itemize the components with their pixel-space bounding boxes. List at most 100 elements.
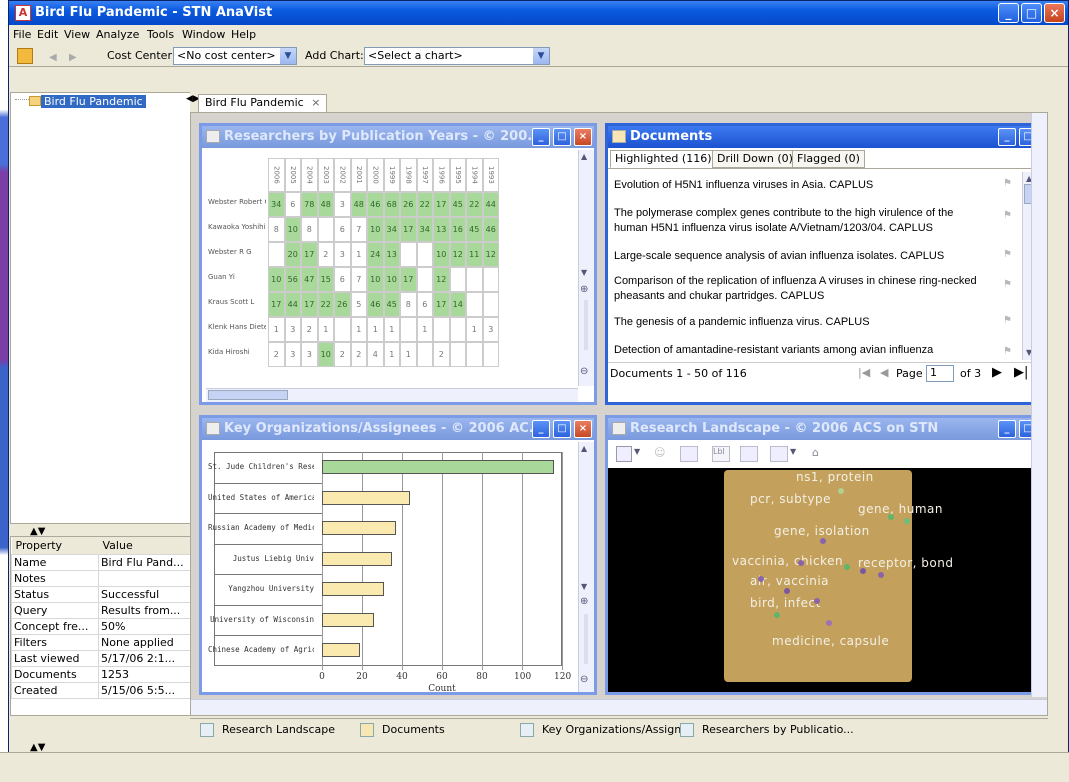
grid-cell[interactable]: 17 [433, 192, 450, 217]
grid-cell[interactable] [416, 242, 433, 267]
grid-cell[interactable]: 34 [416, 217, 433, 242]
grid-cell[interactable]: 3 [284, 342, 301, 367]
grid-cell[interactable]: 8 [400, 292, 417, 317]
minimize-button[interactable]: _ [998, 420, 1016, 438]
cost-center-select[interactable]: <No cost center> ▼ [173, 47, 297, 65]
bar[interactable] [322, 490, 410, 505]
scroll-thumb[interactable] [208, 390, 288, 400]
list-item[interactable]: Detection of amantadine-resistant varian… [614, 343, 982, 359]
minimize-button[interactable]: _ [998, 3, 1019, 23]
grid-cell[interactable] [449, 342, 466, 367]
list-item[interactable]: The genesis of a pandemic influenza viru… [614, 315, 982, 330]
grid-cell[interactable]: 34 [268, 192, 285, 217]
flag-icon[interactable]: ⚑ [1003, 315, 1012, 326]
landscape-point[interactable] [878, 572, 884, 578]
grid-cell[interactable] [449, 317, 466, 342]
minimize-button[interactable]: _ [532, 128, 550, 146]
list-item[interactable]: Large-scale sequence analysis of avian i… [614, 249, 982, 264]
horizontal-scrollbar[interactable] [206, 388, 578, 402]
close-button[interactable]: × [574, 128, 592, 146]
grid-cell[interactable] [268, 242, 285, 267]
tab-drill-down[interactable]: Drill Down (0) [712, 150, 798, 168]
grid-cell[interactable]: 1 [268, 317, 285, 342]
grid-cell[interactable] [400, 242, 417, 267]
grid-cell[interactable]: 26 [400, 192, 417, 217]
flag-icon[interactable]: ⚑ [1003, 346, 1012, 357]
pan-tool-icon[interactable]: ☺ [654, 446, 668, 462]
grid-cell[interactable]: 78 [301, 192, 318, 217]
zoom-slider[interactable] [584, 614, 588, 664]
grid-cell[interactable]: 10 [268, 267, 285, 292]
grid-cell[interactable]: 16 [449, 217, 466, 242]
last-page-icon[interactable]: ▶| [1014, 365, 1028, 380]
grid-cell[interactable]: 17 [400, 217, 417, 242]
grid-cell[interactable]: 12 [482, 242, 499, 267]
zoom-slider[interactable] [584, 300, 588, 350]
flag-icon[interactable]: ⚑ [1003, 249, 1012, 260]
grid-cell[interactable]: 17 [433, 292, 450, 317]
grid-cell[interactable]: 48 [317, 192, 334, 217]
grid-cell[interactable]: 8 [268, 217, 285, 242]
grid-cell[interactable]: 2 [433, 342, 450, 367]
grid-cell[interactable]: 45 [466, 217, 483, 242]
flag-icon[interactable]: ⚑ [1003, 210, 1012, 221]
landscape-point[interactable] [844, 564, 850, 570]
grid-cell[interactable]: 10 [367, 267, 384, 292]
menu-tools[interactable]: Tools [147, 28, 174, 41]
menu-analyze[interactable]: Analyze [96, 28, 139, 41]
open-folder-icon[interactable] [17, 48, 33, 64]
grid-cell[interactable]: 34 [383, 217, 400, 242]
first-page-icon[interactable]: |◀ [858, 366, 870, 379]
landscape-point[interactable] [838, 488, 844, 494]
list-item[interactable]: Comparison of the replication of influen… [614, 274, 982, 304]
maximize-button[interactable]: □ [553, 128, 571, 146]
grid-cell[interactable]: 2 [334, 342, 351, 367]
grid-cell[interactable]: 22 [416, 192, 433, 217]
bar-label[interactable]: Yangzhou University [208, 584, 314, 593]
grid-cell[interactable]: 17 [268, 292, 285, 317]
scroll-up-icon[interactable]: ▲ [581, 152, 587, 161]
grid-cell[interactable]: 5 [350, 292, 367, 317]
scroll-down-icon[interactable]: ▼ [581, 582, 587, 591]
grid-cell[interactable]: 12 [449, 242, 466, 267]
landscape-term[interactable]: gene, isolation [774, 524, 870, 538]
grid-cell[interactable]: 1 [350, 242, 367, 267]
grid-cell[interactable]: 20 [284, 242, 301, 267]
flag-icon[interactable]: ⚑ [1003, 178, 1012, 189]
landscape-term[interactable]: receptor, bond [858, 556, 953, 570]
add-chart-select[interactable]: <Select a chart> ▼ [364, 47, 550, 65]
grid-cell[interactable]: 6 [334, 267, 351, 292]
flag-icon[interactable]: ⚑ [1003, 279, 1012, 290]
grid-cell[interactable]: 1 [416, 317, 433, 342]
landscape-map[interactable]: ns1, protein pcr, subtype gene, human gene,… [608, 468, 1042, 692]
close-icon[interactable]: × [311, 96, 320, 109]
grid-cell[interactable]: 22 [317, 292, 334, 317]
grid-cell[interactable]: 48 [350, 192, 367, 217]
tab-flagged[interactable]: Flagged (0) [792, 150, 865, 168]
menu-window[interactable]: Window [182, 28, 225, 41]
bar[interactable] [322, 460, 554, 474]
grid-cell[interactable] [433, 317, 450, 342]
grid-cell[interactable]: 44 [284, 292, 301, 317]
grid-cell[interactable]: 17 [301, 292, 318, 317]
grid-cell[interactable]: 8 [301, 217, 318, 242]
landscape-term[interactable]: gene, human [858, 502, 943, 516]
maximize-button[interactable]: □ [1021, 3, 1042, 23]
grid-cell[interactable]: 17 [400, 267, 417, 292]
menu-edit[interactable]: Edit [37, 28, 58, 41]
scroll-up-icon[interactable]: ▲ [581, 444, 587, 453]
minimized-tab-documents[interactable]: Documents [382, 723, 445, 736]
researcher-name[interactable]: Kraus Scott L [208, 292, 266, 312]
grid-cell[interactable] [449, 267, 466, 292]
landscape-term[interactable]: ns1, protein [796, 470, 874, 484]
grid-cell[interactable]: 11 [466, 242, 483, 267]
grid-cell[interactable]: 7 [350, 267, 367, 292]
landscape-point[interactable] [888, 514, 894, 520]
minimize-button[interactable]: _ [998, 128, 1016, 146]
grid-cell[interactable]: 10 [284, 217, 301, 242]
grid-cell[interactable]: 1 [383, 342, 400, 367]
landscape-point[interactable] [758, 576, 764, 582]
landscape-term[interactable]: bird, infect [750, 596, 821, 610]
landscape-term[interactable]: medicine, capsule [772, 634, 889, 648]
property-value[interactable] [98, 570, 195, 587]
